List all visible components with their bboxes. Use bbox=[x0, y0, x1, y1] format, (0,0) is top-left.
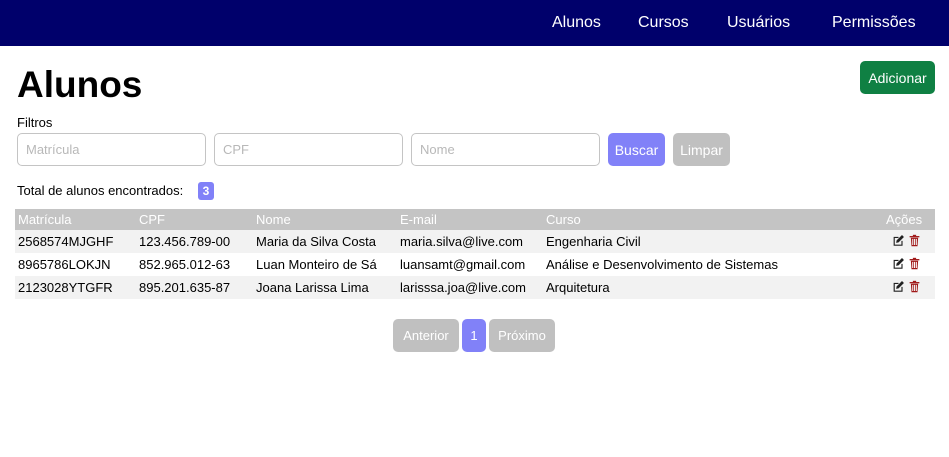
cell-email: luansamt@gmail.com bbox=[400, 257, 526, 272]
nav-link-cursos[interactable]: Cursos bbox=[638, 14, 689, 32]
row-actions bbox=[892, 257, 922, 272]
cell-curso: Arquitetura bbox=[546, 280, 610, 295]
students-table: Matrícula CPF Nome E-mail Curso Ações 25… bbox=[15, 209, 935, 299]
table-row: 2568574MJGHF 123.456.789-00 Maria da Sil… bbox=[15, 230, 935, 253]
header-cpf[interactable]: CPF bbox=[139, 212, 165, 228]
cell-curso: Engenharia Civil bbox=[546, 234, 641, 249]
search-button[interactable]: Buscar bbox=[608, 133, 665, 166]
nav-link-alunos[interactable]: Alunos bbox=[552, 14, 601, 32]
cell-matricula: 2123028YTGFR bbox=[18, 280, 113, 295]
cell-nome: Maria da Silva Costa bbox=[256, 234, 376, 249]
filters-label: Filtros bbox=[17, 115, 53, 130]
cell-matricula: 8965786LOKJN bbox=[18, 257, 111, 272]
edit-icon[interactable] bbox=[892, 234, 905, 247]
page-1-button[interactable]: 1 bbox=[462, 319, 486, 352]
previous-page-button[interactable]: Anterior bbox=[393, 319, 459, 352]
cell-cpf: 123.456.789-00 bbox=[139, 234, 231, 249]
cell-email: larisssa.joa@live.com bbox=[400, 280, 526, 295]
table-header: Matrícula CPF Nome E-mail Curso Ações bbox=[15, 209, 935, 230]
nav-link-permissoes[interactable]: Permissões bbox=[832, 14, 916, 32]
cell-nome: Joana Larissa Lima bbox=[256, 280, 369, 295]
cell-nome: Luan Monteiro de Sá bbox=[256, 257, 377, 272]
top-navbar: Alunos Cursos Usuários Permissões bbox=[0, 0, 949, 46]
trash-icon[interactable] bbox=[908, 280, 921, 293]
cell-cpf: 895.201.635-87 bbox=[139, 280, 231, 295]
trash-icon[interactable] bbox=[908, 234, 921, 247]
cell-email: maria.silva@live.com bbox=[400, 234, 523, 249]
table-row: 2123028YTGFR 895.201.635-87 Joana Lariss… bbox=[15, 276, 935, 299]
edit-icon[interactable] bbox=[892, 280, 905, 293]
row-actions bbox=[892, 280, 922, 295]
clear-button[interactable]: Limpar bbox=[673, 133, 730, 166]
trash-icon[interactable] bbox=[908, 257, 921, 270]
matricula-input[interactable] bbox=[17, 133, 206, 166]
nav-link-usuarios[interactable]: Usuários bbox=[727, 14, 790, 32]
edit-icon[interactable] bbox=[892, 257, 905, 270]
header-curso[interactable]: Curso bbox=[546, 212, 581, 228]
cell-cpf: 852.965.012-63 bbox=[139, 257, 231, 272]
total-label: Total de alunos encontrados: bbox=[17, 183, 184, 198]
table-row: 8965786LOKJN 852.965.012-63 Luan Monteir… bbox=[15, 253, 935, 276]
cell-curso: Análise e Desenvolvimento de Sistemas bbox=[546, 257, 778, 272]
header-nome[interactable]: Nome bbox=[256, 212, 291, 228]
cell-matricula: 2568574MJGHF bbox=[18, 234, 114, 249]
add-button[interactable]: Adicionar bbox=[860, 61, 935, 94]
total-count-badge: 3 bbox=[198, 182, 214, 200]
header-matricula[interactable]: Matrícula bbox=[18, 212, 71, 228]
header-email[interactable]: E-mail bbox=[400, 212, 437, 228]
header-acoes: Ações bbox=[886, 212, 923, 227]
next-page-button[interactable]: Próximo bbox=[489, 319, 555, 352]
row-actions bbox=[892, 234, 922, 249]
page-title: Alunos bbox=[17, 64, 143, 105]
nome-input[interactable] bbox=[411, 133, 600, 166]
cpf-input[interactable] bbox=[214, 133, 403, 166]
